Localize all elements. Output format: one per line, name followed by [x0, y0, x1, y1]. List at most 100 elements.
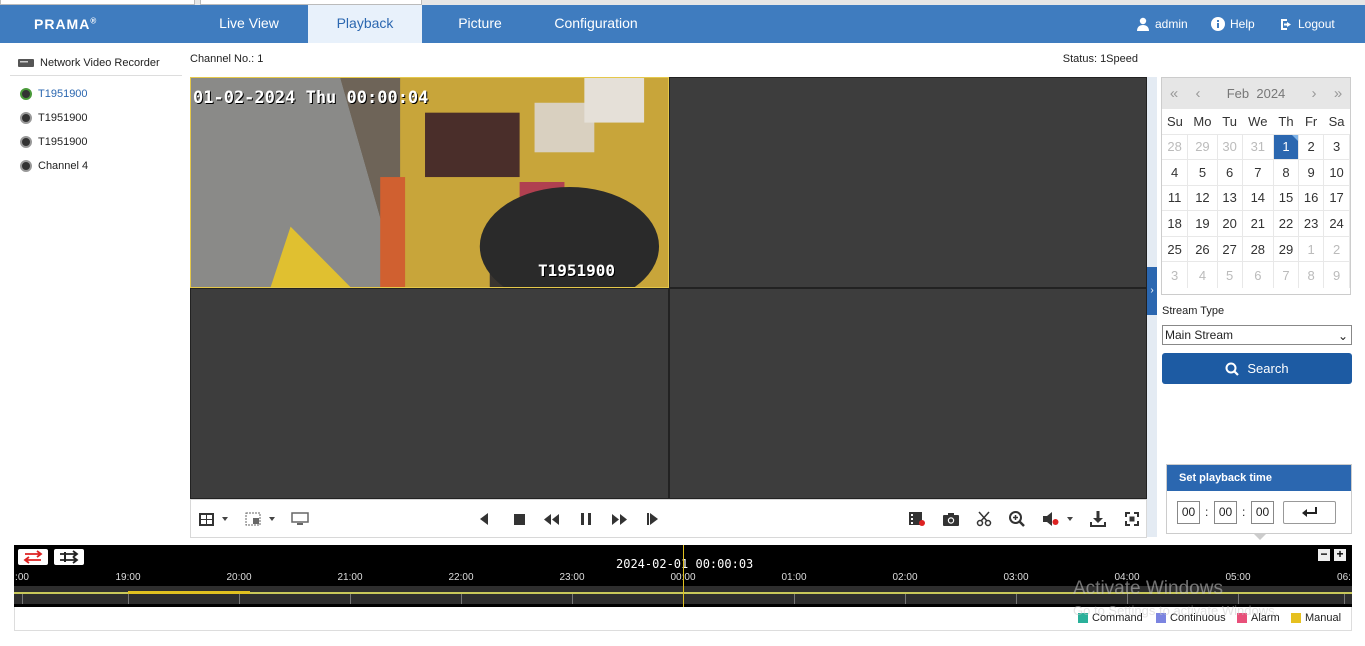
- calendar-day[interactable]: 3: [1162, 261, 1189, 288]
- calendar-day[interactable]: 30: [1217, 133, 1243, 160]
- download-button[interactable]: [1088, 510, 1108, 528]
- calendar-day[interactable]: 10: [1323, 159, 1350, 186]
- camera-item[interactable]: T1951900: [10, 130, 182, 154]
- audio-button[interactable]: [1041, 510, 1061, 528]
- search-button[interactable]: Search: [1162, 353, 1352, 384]
- calendar-day[interactable]: 9: [1323, 261, 1350, 288]
- capture-button[interactable]: [941, 510, 961, 528]
- pause-button[interactable]: [576, 510, 596, 528]
- calendar-day[interactable]: 12: [1187, 184, 1218, 211]
- calendar-day[interactable]: 1: [1298, 235, 1325, 262]
- hour-input[interactable]: 00: [1177, 501, 1200, 524]
- next-year-button[interactable]: »: [1326, 85, 1350, 102]
- prev-year-button[interactable]: «: [1162, 85, 1186, 102]
- activate-windows-watermark: Activate Windows: [1073, 578, 1223, 599]
- timeline-sync-button[interactable]: [18, 549, 48, 565]
- calendar-day[interactable]: 7: [1273, 261, 1300, 288]
- nav-configuration[interactable]: Configuration: [538, 5, 654, 43]
- next-month-button[interactable]: ›: [1302, 85, 1326, 102]
- calendar-day[interactable]: 14: [1242, 184, 1274, 211]
- calendar-day-selected[interactable]: 1: [1273, 133, 1300, 160]
- camera-label: T1951900: [38, 88, 88, 100]
- calendar-day[interactable]: 2: [1323, 235, 1350, 262]
- timeline-filter-button[interactable]: [54, 549, 84, 565]
- chevron-down-icon[interactable]: [269, 517, 275, 521]
- calendar-day[interactable]: 23: [1298, 210, 1325, 237]
- prev-month-button[interactable]: ‹: [1186, 85, 1210, 102]
- logout-link[interactable]: Logout: [1280, 5, 1335, 43]
- calendar-day[interactable]: 5: [1187, 159, 1218, 186]
- reverse-play-button[interactable]: [474, 510, 494, 528]
- calendar-day[interactable]: 18: [1162, 210, 1189, 237]
- digital-zoom-button[interactable]: [1007, 510, 1027, 528]
- calendar-day[interactable]: 28: [1242, 235, 1274, 262]
- calendar-day[interactable]: 21: [1242, 210, 1274, 237]
- calendar-day[interactable]: 4: [1162, 159, 1189, 186]
- calendar-day[interactable]: 26: [1187, 235, 1218, 262]
- calendar-day[interactable]: 6: [1242, 261, 1274, 288]
- minute-input[interactable]: 00: [1214, 501, 1237, 524]
- window-layout-button[interactable]: [196, 510, 216, 528]
- sync-playback-button[interactable]: [290, 510, 310, 528]
- calendar-day[interactable]: 20: [1217, 210, 1243, 237]
- calendar-day[interactable]: 8: [1273, 159, 1300, 186]
- calendar-day[interactable]: 13: [1217, 184, 1243, 211]
- calendar-day[interactable]: 25: [1162, 235, 1189, 262]
- nav-playback[interactable]: Playback: [308, 5, 422, 43]
- calendar-day[interactable]: 9: [1298, 159, 1325, 186]
- confirm-time-button[interactable]: [1283, 501, 1336, 524]
- chevron-down-icon[interactable]: [222, 517, 228, 521]
- slow-forward-button[interactable]: [541, 510, 561, 528]
- calendar-day[interactable]: 4: [1187, 261, 1218, 288]
- window-split-button[interactable]: [243, 510, 263, 528]
- help-link[interactable]: Help: [1211, 5, 1255, 43]
- second-input[interactable]: 00: [1251, 501, 1274, 524]
- calendar-day[interactable]: 5: [1217, 261, 1243, 288]
- nav-live-view[interactable]: Live View: [190, 5, 308, 43]
- calendar-day[interactable]: 11: [1162, 184, 1189, 211]
- timeline-cursor[interactable]: [683, 545, 684, 607]
- calendar-day[interactable]: 29: [1273, 235, 1300, 262]
- stream-type-select[interactable]: Main Stream ⌄: [1162, 325, 1352, 345]
- calendar-day[interactable]: 22: [1273, 210, 1300, 237]
- calendar-day[interactable]: 24: [1323, 210, 1350, 237]
- zoom-out-timeline-button[interactable]: −: [1318, 548, 1330, 561]
- nav-picture[interactable]: Picture: [422, 5, 538, 43]
- timeline-tick-mark: [572, 594, 573, 604]
- calendar-day[interactable]: 28: [1162, 133, 1189, 160]
- frame-step-button[interactable]: [642, 510, 662, 528]
- video-tile-1[interactable]: 01-02-2024 Thu 00:00:04 T1951900: [190, 77, 669, 288]
- fullscreen-button[interactable]: [1122, 510, 1142, 528]
- timeline-tick-label: 05:00: [1225, 572, 1251, 583]
- calendar-day[interactable]: 8: [1298, 261, 1325, 288]
- set-playback-time-popup: Set playback time 00 : 00 : 00: [1166, 464, 1352, 540]
- video-tile-2[interactable]: [669, 77, 1147, 288]
- calendar-day[interactable]: 19: [1187, 210, 1218, 237]
- collapse-panel-button[interactable]: ›: [1147, 267, 1157, 315]
- calendar-day[interactable]: 29: [1187, 133, 1218, 160]
- chevron-down-icon[interactable]: [1067, 517, 1073, 521]
- camera-item[interactable]: Channel 4: [10, 154, 182, 178]
- video-tile-3[interactable]: [190, 288, 669, 499]
- clip-button[interactable]: [974, 510, 994, 528]
- calendar-day[interactable]: 3: [1323, 133, 1350, 160]
- tree-root-nvr[interactable]: Network Video Recorder: [10, 50, 182, 76]
- calendar-day[interactable]: 7: [1242, 159, 1274, 186]
- calendar-day[interactable]: 16: [1298, 184, 1325, 211]
- video-tile-4[interactable]: [669, 288, 1147, 499]
- calendar-day[interactable]: 27: [1217, 235, 1243, 262]
- camera-item[interactable]: T1951900: [10, 106, 182, 130]
- calendar-day[interactable]: 17: [1323, 184, 1350, 211]
- stop-button[interactable]: [509, 510, 529, 528]
- calendar-day[interactable]: 15: [1273, 184, 1300, 211]
- calendar-day[interactable]: 6: [1217, 159, 1243, 186]
- calendar-day[interactable]: 31: [1242, 133, 1274, 160]
- fast-forward-button[interactable]: [609, 510, 629, 528]
- calendar-header: « ‹ Feb 2024 › »: [1162, 78, 1350, 109]
- calendar-day[interactable]: 2: [1298, 133, 1325, 160]
- camera-item[interactable]: T1951900: [10, 82, 182, 106]
- user-menu[interactable]: admin: [1136, 5, 1188, 43]
- timeline-tick-label: 06:: [1337, 572, 1351, 583]
- zoom-in-timeline-button[interactable]: +: [1334, 548, 1346, 561]
- record-clip-button[interactable]: [907, 510, 927, 528]
